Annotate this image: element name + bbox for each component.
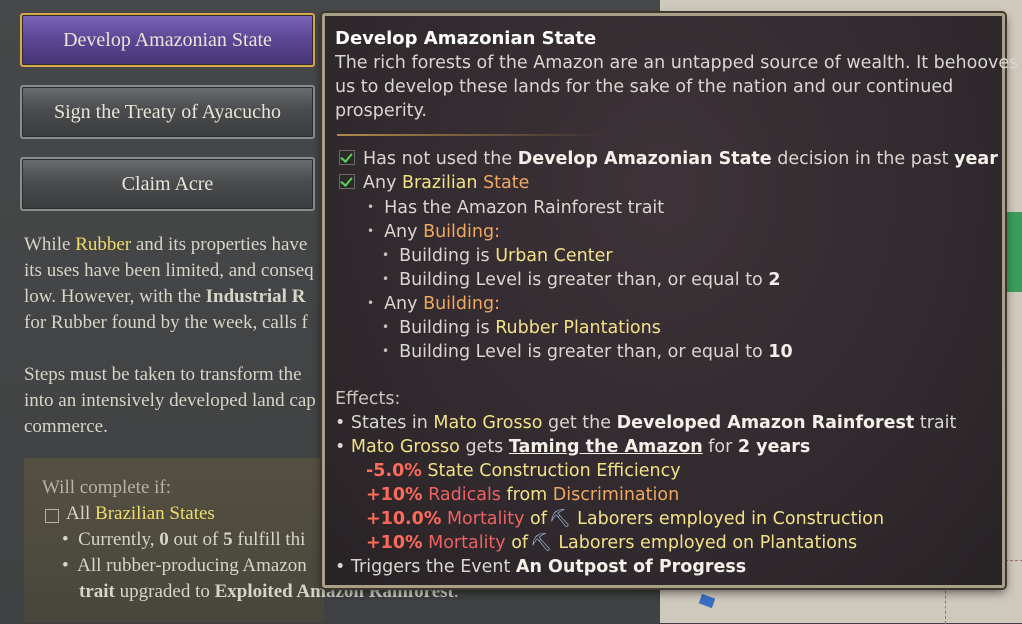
tooltip-description: The rich forests of the Amazon are an un… — [335, 53, 1019, 73]
condition-not-used: Has not used the Develop Amazonian State… — [339, 147, 998, 171]
condition-any-building: • Any Building: — [367, 294, 500, 314]
condition-building-level: • Building Level is greater than, or equa… — [382, 342, 793, 362]
checkmark-icon — [339, 150, 355, 165]
tooltip-description: us to develop these lands for the sake o… — [335, 77, 954, 97]
modifier-radicals: +10% Radicals from Discrimination — [366, 485, 680, 505]
description-line: commerce. — [24, 416, 108, 437]
bullet-icon: • — [367, 296, 375, 310]
condition-rainforest-trait: • Has the Amazon Rainforest trait — [367, 198, 665, 218]
completion-bullet: • All rubber-producing Amazon — [62, 555, 307, 576]
condition-any-building: • Any Building: — [367, 222, 500, 242]
condition-any-brazilian-state: Any Brazilian State — [339, 171, 529, 195]
condition-building-type: • Building is Rubber Plantations — [382, 318, 661, 338]
unchecked-box-icon — [45, 509, 59, 523]
taming-the-amazon-link[interactable]: Taming the Amazon — [509, 437, 703, 457]
modifier-mortality-plantations: +10% Mortality of ⛏ Laborers employed on P… — [366, 533, 858, 553]
decision-develop-amazonian-state-button[interactable]: Develop Amazonian State — [20, 13, 315, 67]
completion-title: Will complete if: — [42, 477, 172, 498]
checkmark-icon — [339, 174, 355, 189]
effect-triggers-event: • Triggers the Event An Outpost of Progr… — [335, 557, 747, 577]
description-line: for Rubber found by the week, calls f — [24, 312, 308, 333]
bullet-icon: • — [382, 272, 390, 286]
decision-tooltip: Develop Amazonian State The rich forests… — [322, 13, 1018, 588]
shovel-icon: ⛏ — [530, 533, 553, 553]
completion-bullet: • Currently, 0 out of 5 fulfill thi — [62, 529, 306, 550]
effect-states-trait: • States in Mato Grosso get the Develope… — [335, 413, 957, 433]
tooltip-description: prosperity. — [335, 101, 427, 121]
tooltip-divider — [337, 134, 605, 136]
description-line: low. However, with the Industrial R — [24, 286, 306, 307]
modifier-mortality-construction: +10.0% Mortality of ⛏ Laborers employed in… — [366, 509, 885, 529]
completion-all-states: All Brazilian States — [66, 503, 215, 524]
condition-building-level: • Building Level is greater than, or equa… — [382, 270, 781, 290]
description-line: into an intensively developed land cap — [24, 390, 316, 411]
effect-taming-amazon: • Mato Grosso gets Taming the Amazon for… — [335, 437, 811, 457]
description-line: its uses have been limited, and conseq — [24, 260, 314, 281]
bullet-icon: • — [382, 320, 390, 334]
bullet-icon: • — [367, 200, 375, 214]
effects-label: Effects: — [335, 389, 401, 409]
modifier-construction-efficiency: -5.0% State Construction Efficiency — [366, 461, 681, 481]
tooltip-title: Develop Amazonian State — [335, 28, 597, 49]
decision-treaty-of-ayacucho-button[interactable]: Sign the Treaty of Ayacucho — [20, 85, 315, 139]
rubber-link[interactable]: Rubber — [75, 234, 131, 255]
description-line: Steps must be taken to transform the — [24, 364, 302, 385]
description-line: While Rubber and its properties have — [24, 234, 308, 255]
bullet-icon: • — [367, 224, 375, 238]
shovel-icon: ⛏ — [548, 509, 572, 529]
bullet-icon: • — [382, 344, 390, 358]
bullet-icon: • — [382, 248, 390, 262]
condition-building-type: • Building is Urban Center — [382, 246, 613, 266]
decision-claim-acre-button[interactable]: Claim Acre — [20, 157, 315, 211]
